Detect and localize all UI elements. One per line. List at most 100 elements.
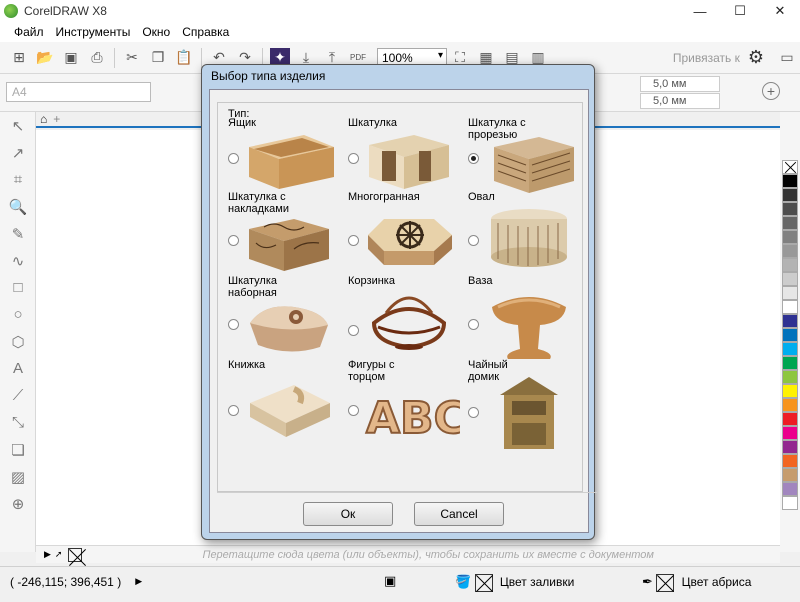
color-swatch[interactable] (782, 230, 798, 244)
item-label: Корзинка (348, 275, 395, 287)
menu-window[interactable]: Окно (136, 25, 176, 39)
pick-tool-icon[interactable]: ↖ (0, 112, 36, 139)
color-swatch[interactable] (782, 454, 798, 468)
drop-shadow-icon[interactable]: ❏ (0, 436, 36, 463)
polygon-tool-icon[interactable]: ⬡ (0, 328, 36, 355)
snap-to-dropdown[interactable]: Привязать к (673, 51, 740, 65)
gear-icon[interactable]: ⚙ (748, 47, 764, 68)
crop-tool-icon[interactable]: ⌗ (0, 166, 36, 193)
page-size-select[interactable]: A4 (6, 82, 151, 102)
ok-button[interactable]: Ок (303, 502, 393, 526)
color-swatch[interactable] (782, 258, 798, 272)
radio-figures[interactable] (348, 405, 359, 416)
color-swatch[interactable] (782, 370, 798, 384)
transparency-icon[interactable]: ▨ (0, 463, 36, 490)
shape-tool-icon[interactable]: ↗ (0, 139, 36, 166)
artistic-media-icon[interactable]: ∿ (0, 247, 36, 274)
duplicate-distance-field[interactable]: 5,0 мм (640, 93, 720, 109)
color-swatch[interactable] (782, 244, 798, 258)
color-swatch[interactable] (782, 468, 798, 482)
color-swatch[interactable] (782, 286, 798, 300)
color-swatch[interactable] (782, 384, 798, 398)
copy-icon[interactable]: ❐ (148, 48, 168, 68)
save-icon[interactable]: ▣ (61, 48, 81, 68)
menu-tools[interactable]: Инструменты (50, 25, 137, 39)
color-swatch[interactable] (782, 300, 798, 314)
color-swatch[interactable] (782, 202, 798, 216)
connector-tool-icon[interactable]: ⤡ (0, 409, 36, 436)
zoom-tool-icon[interactable]: 🔍 (0, 193, 36, 220)
cut-icon[interactable]: ✂ (122, 48, 142, 68)
radio-polyhedral[interactable] (348, 235, 359, 246)
color-swatch[interactable] (782, 314, 798, 328)
radio-tea-house[interactable] (468, 407, 479, 418)
no-color-swatch[interactable] (68, 547, 83, 562)
parallel-dimension-icon[interactable]: ⟋ (0, 382, 36, 409)
item-overlay-casket[interactable]: Шкатулка с накладками (228, 191, 346, 277)
item-oval[interactable]: Овал (468, 191, 586, 277)
paste-icon[interactable]: 📋 (174, 48, 194, 68)
launch-icon[interactable]: ▭ (777, 48, 797, 68)
color-swatch[interactable] (782, 174, 798, 188)
play-icon[interactable]: ▶ (135, 576, 142, 587)
color-swatch[interactable] (782, 426, 798, 440)
radio-basket[interactable] (348, 325, 359, 336)
radio-oval[interactable] (468, 235, 479, 246)
color-swatch[interactable] (782, 272, 798, 286)
edit-palette-icon[interactable]: ➚ (55, 549, 63, 560)
print-icon[interactable]: ⎙ (87, 48, 107, 68)
color-swatch[interactable] (782, 482, 798, 496)
close-button[interactable]: ✕ (760, 0, 800, 22)
menu-help[interactable]: Справка (176, 25, 235, 39)
home-tab-icon[interactable]: ⌂ (38, 112, 49, 126)
color-swatch[interactable] (782, 412, 798, 426)
color-swatch[interactable] (782, 496, 798, 510)
radio-box[interactable] (228, 153, 239, 164)
text-tool-icon[interactable]: A (0, 355, 36, 382)
new-tab-icon[interactable]: + (49, 112, 64, 126)
item-polyhedral[interactable]: Многогранная (348, 191, 466, 277)
radio-slotted-casket[interactable] (468, 153, 479, 164)
new-document-icon[interactable]: ⊞ (9, 48, 29, 68)
color-swatch[interactable] (782, 328, 798, 342)
dialog-body: Тип: Ящик Шкатулка Шкатулка с прорезью Ш… (209, 89, 597, 533)
no-color-swatch[interactable] (782, 160, 798, 174)
item-inlaid-casket[interactable]: Шкатулка наборная (228, 275, 346, 361)
radio-vase[interactable] (468, 319, 479, 330)
color-swatch[interactable] (782, 188, 798, 202)
fill-color-indicator[interactable]: 🪣 Цвет заливки (455, 574, 574, 592)
radio-inlaid-casket[interactable] (228, 319, 239, 330)
radio-overlay-casket[interactable] (228, 235, 239, 246)
color-proof-icon[interactable]: ▣ (384, 573, 396, 589)
open-folder-icon[interactable]: 📂 (35, 48, 55, 68)
rectangle-tool-icon[interactable]: □ (0, 274, 36, 301)
item-vase[interactable]: Ваза (468, 275, 586, 361)
item-figures[interactable]: Фигуры с торцом ABC (348, 359, 466, 445)
color-swatch[interactable] (782, 398, 798, 412)
vase-image (492, 297, 566, 359)
minimize-button[interactable]: — (680, 0, 720, 22)
freehand-tool-icon[interactable]: ✎ (0, 220, 36, 247)
color-swatch[interactable] (782, 356, 798, 370)
maximize-button[interactable]: ☐ (720, 0, 760, 22)
nudge-distance-field[interactable]: 5,0 мм (640, 76, 720, 92)
item-tea-house[interactable]: Чайный домик (468, 359, 586, 449)
color-swatch[interactable] (782, 342, 798, 356)
item-book[interactable]: Книжка (228, 359, 346, 445)
outline-color-indicator[interactable]: ✒ Цвет абриса (642, 574, 751, 592)
cancel-button[interactable]: Cancel (414, 502, 504, 526)
outline-color-label: Цвет абриса (681, 575, 752, 590)
radio-casket[interactable] (348, 153, 359, 164)
add-page-icon[interactable]: + (762, 82, 780, 100)
color-swatch[interactable] (782, 440, 798, 454)
dialog-separator (217, 492, 597, 493)
basket-image (371, 296, 447, 350)
ellipse-tool-icon[interactable]: ○ (0, 301, 36, 328)
color-swatch[interactable] (782, 216, 798, 230)
radio-book[interactable] (228, 405, 239, 416)
play-icon[interactable]: ▶ (44, 549, 51, 560)
add-tool-icon[interactable]: ⊕ (0, 490, 36, 517)
slotted-casket-image (494, 137, 574, 193)
item-basket[interactable]: Корзинка (348, 275, 466, 361)
menu-file[interactable]: Файл (8, 25, 50, 39)
